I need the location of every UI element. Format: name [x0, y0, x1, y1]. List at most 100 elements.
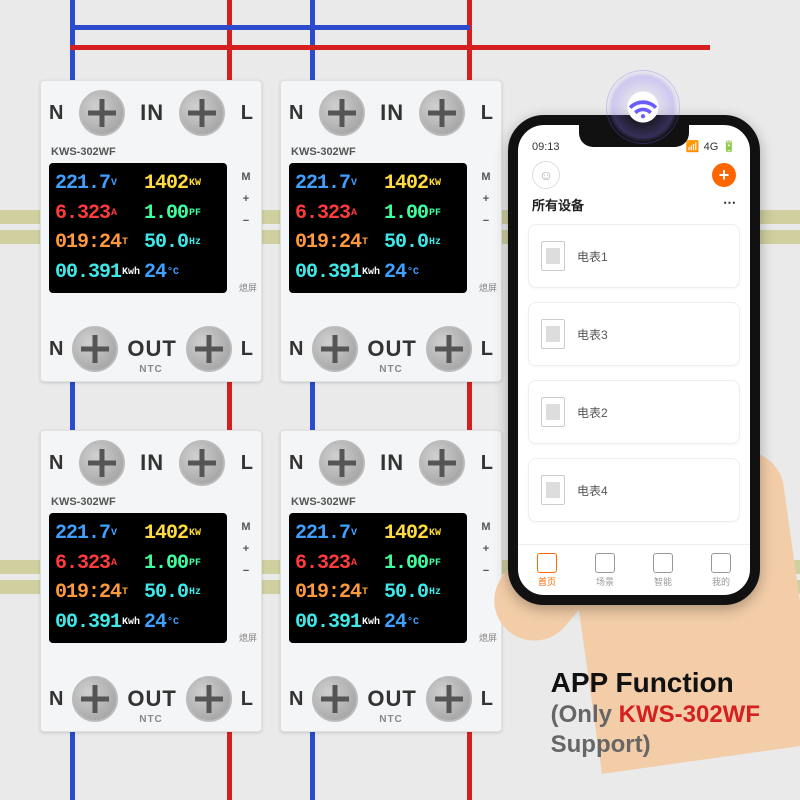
screw-icon: [179, 90, 225, 136]
avatar-icon[interactable]: ☺: [532, 161, 560, 189]
section-title: 所有设备: [532, 195, 584, 214]
caption: APP Function (Only KWS-302WF Support): [551, 665, 760, 760]
side-label-cn: 熄屏: [239, 631, 257, 644]
screw-icon: [79, 90, 125, 136]
terminal-n: N: [49, 452, 63, 475]
device-list: 电表1 电表3 电表2 电表4: [518, 224, 750, 522]
side-buttons: M + −: [237, 171, 255, 237]
screw-icon: [419, 90, 465, 136]
device-name: 电表1: [577, 248, 608, 265]
caption-model-highlight: KWS-302WF: [619, 701, 760, 728]
power-meter: N IN L KWS-302WF 221.7V 1402KW 6.323A 1.…: [280, 80, 502, 382]
side-button[interactable]: M: [237, 521, 255, 533]
side-button[interactable]: M: [477, 521, 495, 533]
battery-icon: 🔋: [722, 140, 736, 153]
terminal-l: L: [241, 452, 253, 475]
profile-icon: [711, 553, 731, 573]
in-label: IN: [380, 100, 404, 126]
in-label: IN: [140, 450, 164, 476]
ntc-label: NTC: [379, 714, 403, 725]
terminal-l: L: [481, 452, 493, 475]
screw-icon: [186, 676, 232, 722]
side-button[interactable]: M: [477, 171, 495, 183]
tab-smart[interactable]: 智能: [634, 545, 692, 595]
screw-icon: [319, 440, 365, 486]
in-label: IN: [140, 100, 164, 126]
terminal-l: L: [241, 102, 253, 125]
screw-icon: [72, 676, 118, 722]
out-label: OUTNTC: [367, 686, 416, 712]
device-card[interactable]: 电表2: [528, 380, 740, 444]
device-card[interactable]: 电表1: [528, 224, 740, 288]
model-label: KWS-302WF: [291, 496, 356, 508]
screw-icon: [419, 440, 465, 486]
screw-icon: [186, 326, 232, 372]
signal-icon: 📶: [686, 140, 700, 153]
meter-icon: [541, 241, 565, 271]
side-button[interactable]: +: [237, 193, 255, 205]
network-label: 4G: [704, 141, 719, 153]
terminal-n: N: [49, 338, 63, 361]
caption-line2a: (Only: [551, 701, 619, 728]
device-card[interactable]: 电表4: [528, 458, 740, 522]
terminal-l: L: [481, 102, 493, 125]
side-button[interactable]: +: [477, 543, 495, 555]
meter-icon: [541, 475, 565, 505]
ntc-label: NTC: [139, 714, 163, 725]
power-meter: N IN L KWS-302WF 221.7V 1402KW 6.323A 1.…: [280, 430, 502, 732]
terminal-l: L: [481, 338, 493, 361]
smart-icon: [653, 553, 673, 573]
side-buttons: M + −: [237, 521, 255, 587]
terminal-n: N: [289, 688, 303, 711]
power-meter: N IN L KWS-302WF 221.7V 1402KW 6.323A 1.…: [40, 430, 262, 732]
screw-icon: [179, 440, 225, 486]
model-label: KWS-302WF: [51, 496, 116, 508]
ntc-label: NTC: [139, 364, 163, 375]
tab-label: 首页: [538, 575, 556, 588]
side-button[interactable]: −: [237, 215, 255, 227]
lcd-display: 221.7V 1402KW 6.323A 1.00PF 019:24T 50.0…: [289, 513, 467, 643]
model-label: KWS-302WF: [291, 146, 356, 158]
out-label: OUTNTC: [127, 336, 176, 362]
side-buttons: M + −: [477, 521, 495, 587]
more-icon[interactable]: ⋯: [723, 195, 736, 214]
model-label: KWS-302WF: [51, 146, 116, 158]
screw-icon: [312, 326, 358, 372]
terminal-n: N: [289, 338, 303, 361]
device-name: 电表3: [577, 326, 608, 343]
terminal-l: L: [241, 688, 253, 711]
meter-icon: [541, 397, 565, 427]
lcd-display: 221.7V 1402KW 6.323A 1.00PF 019:24T 50.0…: [49, 163, 227, 293]
side-button[interactable]: −: [477, 565, 495, 577]
power-meter: N IN L KWS-302WF 221.7V 1402KW 6.323A 1.…: [40, 80, 262, 382]
side-button[interactable]: −: [477, 215, 495, 227]
side-button[interactable]: −: [237, 565, 255, 577]
screw-icon: [79, 440, 125, 486]
device-name: 电表2: [577, 404, 608, 421]
caption-line2c: Support): [551, 731, 651, 758]
terminal-n: N: [289, 452, 303, 475]
tab-label: 智能: [654, 575, 672, 588]
terminal-n: N: [49, 102, 63, 125]
wifi-badge-icon: [606, 70, 680, 144]
device-card[interactable]: 电表3: [528, 302, 740, 366]
tab-scene[interactable]: 场景: [576, 545, 634, 595]
screw-icon: [312, 676, 358, 722]
terminal-n: N: [289, 102, 303, 125]
screw-icon: [319, 90, 365, 136]
tab-home[interactable]: 首页: [518, 545, 576, 595]
tab-profile[interactable]: 我的: [692, 545, 750, 595]
add-device-button[interactable]: +: [712, 163, 736, 187]
in-label: IN: [380, 450, 404, 476]
terminal-n: N: [49, 688, 63, 711]
meter-icon: [541, 319, 565, 349]
side-button[interactable]: +: [237, 543, 255, 555]
side-button[interactable]: M: [237, 171, 255, 183]
phone-mockup: 09:13 📶 4G 🔋 ☺ + 所有设备 ⋯ 电表1 电表3 电表2 电表4: [508, 115, 760, 605]
side-button[interactable]: +: [477, 193, 495, 205]
lcd-display: 221.7V 1402KW 6.323A 1.00PF 019:24T 50.0…: [289, 163, 467, 293]
side-label-cn: 熄屏: [239, 281, 257, 294]
side-label-cn: 熄屏: [479, 631, 497, 644]
scene-icon: [595, 553, 615, 573]
terminal-l: L: [241, 338, 253, 361]
